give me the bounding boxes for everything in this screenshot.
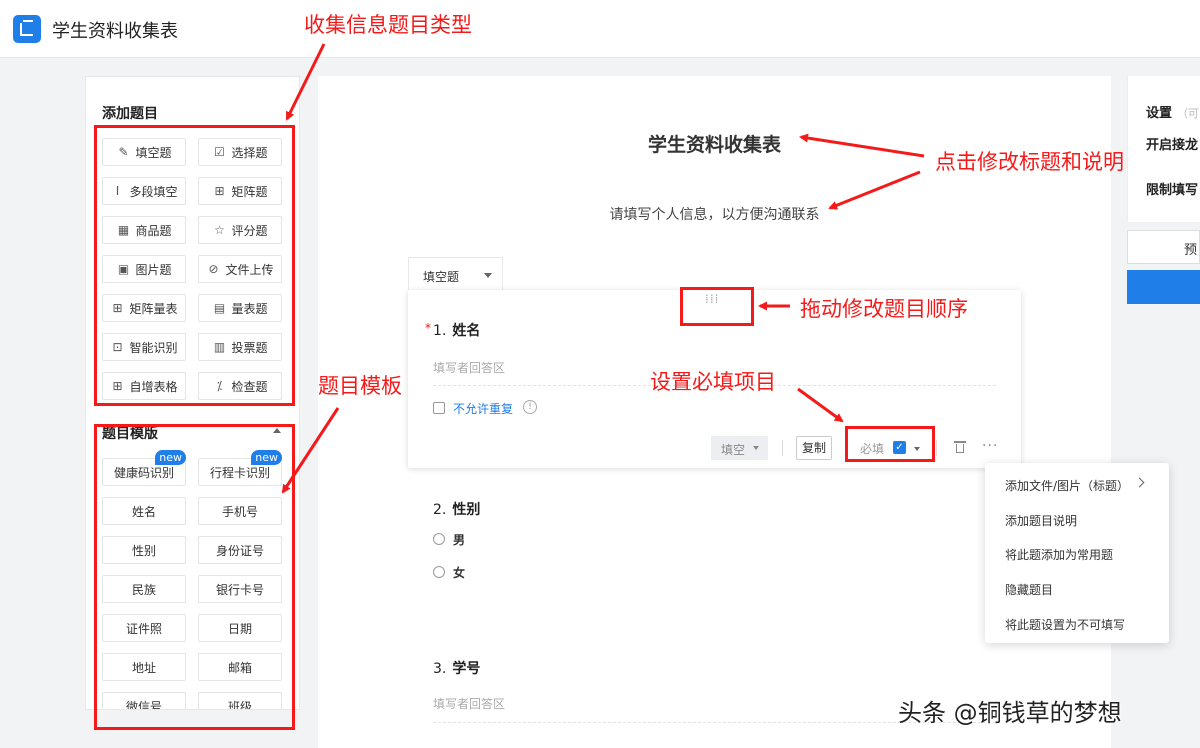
radio-option[interactable] bbox=[433, 533, 445, 545]
more-icon[interactable]: ··· bbox=[982, 438, 998, 454]
annotation-drag: 拖动修改题目顺序 bbox=[800, 297, 968, 321]
app-title: 学生资料收集表 bbox=[52, 21, 178, 42]
question-type-select-value: 填空 bbox=[721, 443, 746, 457]
question-title[interactable]: 3. 学号 bbox=[433, 658, 480, 678]
question-title-text: 性别 bbox=[452, 502, 481, 518]
question-type-tab-label: 填空题 bbox=[423, 270, 460, 284]
answer-placeholder[interactable]: 填写者回答区 bbox=[433, 695, 505, 712]
settings-panel: 设置 （可 开启接龙 限制填写 bbox=[1127, 76, 1200, 222]
preview-button[interactable]: 预 bbox=[1127, 230, 1200, 264]
form-description[interactable]: 请填写个人信息，以方便沟通联系 bbox=[318, 204, 1111, 224]
more-context-menu: 添加文件/图片（标题） 添加题目说明 将此题添加为常用题 隐藏题目 将此题设置为… bbox=[985, 463, 1169, 643]
settings-hint: （可 bbox=[1177, 107, 1200, 120]
annotation-box-required bbox=[845, 426, 935, 462]
chevron-down-icon bbox=[484, 273, 492, 278]
info-icon[interactable]: ! bbox=[523, 400, 537, 414]
question-title-text: 姓名 bbox=[452, 323, 481, 339]
chevron-down-icon bbox=[753, 446, 759, 450]
form-editor: 学生资料收集表 请填写个人信息，以方便沟通联系 填空题 ⁞⁞⁞ * 1. 姓名 填… bbox=[318, 76, 1111, 748]
annotation-title-edit: 点击修改标题和说明 bbox=[935, 150, 1124, 174]
annotation-box-drag bbox=[680, 287, 754, 326]
top-bar: 学生资料收集表 bbox=[0, 0, 1200, 58]
menu-item-add-file[interactable]: 添加文件/图片（标题） bbox=[1005, 477, 1129, 494]
answer-placeholder[interactable]: 填写者回答区 bbox=[433, 359, 505, 376]
watermark-text: 头条 @铜钱草的梦想 bbox=[898, 699, 1122, 727]
menu-item-add-common[interactable]: 将此题添加为常用题 bbox=[1005, 546, 1113, 563]
copy-button[interactable]: 复制 bbox=[796, 436, 832, 460]
required-asterisk: * bbox=[425, 321, 431, 335]
annotation-template: 题目模板 bbox=[318, 374, 402, 398]
question-number: 3. bbox=[433, 661, 447, 677]
question-title-text: 学号 bbox=[452, 661, 481, 677]
question-number: 2. bbox=[433, 502, 447, 518]
delete-icon[interactable] bbox=[954, 440, 966, 454]
divider bbox=[936, 440, 937, 456]
annotation-box-types bbox=[94, 125, 295, 406]
question-number: 1. bbox=[433, 323, 447, 339]
annotation-required: 设置必填项目 bbox=[650, 370, 776, 394]
menu-item-disable[interactable]: 将此题设置为不可填写 bbox=[1005, 616, 1125, 633]
menu-item-hide[interactable]: 隐藏题目 bbox=[1005, 581, 1053, 598]
menu-item-add-description[interactable]: 添加题目说明 bbox=[1005, 512, 1077, 529]
divider bbox=[782, 440, 783, 456]
option-label: 男 bbox=[453, 533, 466, 547]
setting-limit[interactable]: 限制填写 bbox=[1146, 179, 1198, 198]
app-logo-icon bbox=[13, 15, 41, 43]
question-title[interactable]: 1. 姓名 bbox=[433, 320, 480, 340]
question-title[interactable]: 2. 性别 bbox=[433, 499, 480, 519]
annotation-box-templates bbox=[94, 424, 295, 730]
settings-title: 设置 （可 bbox=[1146, 102, 1199, 121]
settings-title-text: 设置 bbox=[1146, 106, 1173, 121]
question-type-select[interactable]: 填空 bbox=[711, 436, 768, 460]
publish-button[interactable] bbox=[1127, 270, 1200, 304]
no-duplicate-checkbox[interactable] bbox=[433, 402, 445, 414]
option-label: 女 bbox=[453, 566, 466, 580]
no-duplicate-label[interactable]: 不允许重复 bbox=[453, 400, 513, 417]
setting-relay[interactable]: 开启接龙 bbox=[1146, 134, 1198, 153]
annotation-types: 收集信息题目类型 bbox=[304, 13, 472, 37]
add-question-title: 添加题目 bbox=[102, 106, 158, 122]
chevron-right-icon bbox=[1134, 477, 1145, 488]
radio-option[interactable] bbox=[433, 566, 445, 578]
question-type-tab[interactable]: 填空题 bbox=[408, 257, 503, 290]
